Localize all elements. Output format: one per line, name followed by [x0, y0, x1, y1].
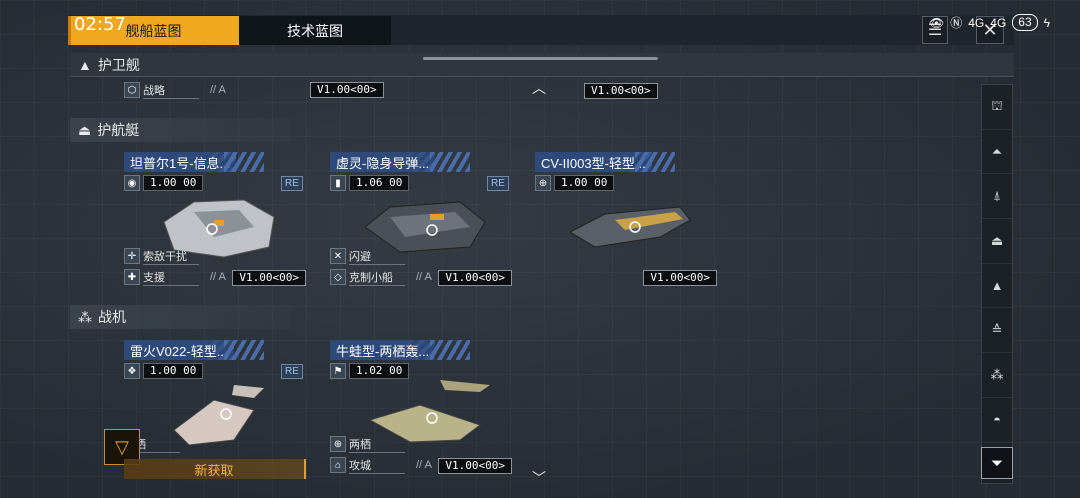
collapse-icon: ▲ — [78, 56, 92, 73]
cost-value: 1.00 00 — [143, 363, 204, 379]
globe-icon: ⊕ — [535, 175, 551, 191]
name-stripes — [430, 340, 470, 360]
cost-icon: ▮ — [330, 175, 346, 191]
battery-indicator: 63 — [1012, 14, 1038, 31]
ship-card[interactable]: 坦普尔1号-信息... ◉ 1.00 00 RE ✛ 索敌干扰 ✚ 支援 // … — [124, 152, 306, 292]
category-sidebar: ⛫ ⏶ ⍋ ⏏ ▲ ≙ ⁂ ◓ — [981, 84, 1013, 484]
version-badge: V1.00<00> — [438, 270, 512, 286]
grade-label: // A — [210, 271, 226, 283]
cost-value: 1.00 00 — [554, 175, 615, 191]
tag-label: 两栖 — [349, 436, 405, 453]
version-badge: V1.00<00> — [310, 82, 384, 98]
cost-row: ❖ 1.00 00 — [124, 363, 204, 379]
tag-row: ◇ 克制小船 // A — [330, 269, 432, 286]
sidebar-corvette-icon[interactable]: ≙ — [982, 308, 1012, 354]
cost-row: ⊕ 1.00 00 — [535, 175, 615, 191]
ship-card[interactable]: 虚灵-隐身导弹... ▮ 1.06 00 RE ✕ 闪避 ◇ 克制小船 // A… — [330, 152, 512, 292]
cost-icon: ◉ — [124, 175, 140, 191]
tag-row: ⌂ 攻城 // A — [330, 457, 432, 474]
filter-icon: ⏷ — [990, 454, 1003, 472]
sidebar-destroyer-icon[interactable]: ⏏ — [982, 219, 1012, 264]
fighter-icon: ⁂ — [78, 308, 92, 325]
strategy-icon: ⬡ — [124, 82, 140, 98]
grade-label: // A — [416, 459, 432, 471]
tag-label: 战略 — [143, 82, 199, 99]
cost-value: 1.06 00 — [349, 175, 410, 191]
tag-icon: ✚ — [124, 269, 140, 285]
grade-label: // A — [416, 271, 432, 283]
sidebar-battleship-icon[interactable]: ⏶ — [982, 130, 1012, 175]
cost-icon: ❖ — [124, 363, 140, 379]
ship-name: 牛蛙型-两栖轰... — [330, 340, 435, 360]
version-badge: V1.00<00> — [232, 270, 306, 286]
sidebar-carrier-icon[interactable]: ⛫ — [982, 85, 1012, 130]
cost-value: 1.00 00 — [143, 175, 204, 191]
grade-label: // A — [210, 84, 226, 96]
re-badge: RE — [487, 176, 509, 191]
cost-icon: ⚑ — [330, 363, 346, 379]
status-time: 02:57 — [74, 14, 126, 35]
version-badge: V1.00<00> — [438, 458, 512, 474]
tag-icon: ⌂ — [330, 457, 346, 473]
category-label: 护航艇 — [97, 122, 140, 138]
category-label: 护卫舰 — [97, 56, 140, 73]
ship-card[interactable]: CV-II003型-轻型... ⊕ 1.00 00 V1.00<00> — [535, 152, 717, 292]
tag-row: ⊕ 两栖 — [330, 436, 405, 453]
status-bar: 👁 Ⓝ 4G 4G 63 ϟ — [929, 14, 1050, 31]
tag-label: 索敌干扰 — [143, 248, 199, 265]
tag-label: 闪避 — [349, 248, 405, 265]
globe-icon: ⊕ — [330, 436, 346, 452]
ship-name: 雷火V022-轻型... — [124, 340, 234, 360]
tab-tech-blueprints[interactable]: 技术蓝图 — [239, 16, 391, 45]
cost-row: ◉ 1.00 00 — [124, 175, 204, 191]
ship-image — [568, 206, 691, 248]
category-header-corvette[interactable]: ⏏ 护航艇 — [70, 118, 290, 142]
cost-value: 1.02 00 — [349, 363, 410, 379]
tag-label: 支援 — [143, 269, 199, 286]
new-acquired-bar[interactable]: 新获取 — [124, 459, 306, 479]
scroll-down-icon[interactable]: ﹀ — [532, 468, 546, 488]
name-stripes — [635, 152, 675, 172]
cost-row: ⚑ 1.02 00 — [330, 363, 410, 379]
name-stripes — [430, 152, 470, 172]
re-badge: RE — [281, 364, 303, 379]
tag-icon: ✛ — [124, 248, 140, 264]
version-badge: V1.00<00> — [643, 270, 717, 286]
charging-icon: ϟ — [1043, 15, 1050, 30]
category-header-fighter[interactable]: ⁂ 战机 — [70, 305, 290, 329]
ship-card[interactable]: 牛蛙型-两栖轰... ⚑ 1.02 00 ⊕ 两栖 ⌂ 攻城 // A V1.0… — [330, 340, 512, 480]
eye-icon: 👁 — [929, 15, 945, 30]
scroll-up-icon[interactable]: ︿ — [532, 78, 546, 98]
cost-row: ▮ 1.06 00 — [330, 175, 410, 191]
filter-button[interactable]: ⏷ — [981, 447, 1013, 479]
category-label: 战机 — [98, 309, 126, 325]
re-badge: RE — [281, 176, 303, 191]
name-stripes — [224, 340, 264, 360]
sidebar-frigate-icon[interactable]: ▲ — [982, 264, 1012, 309]
signal-icon: 4G — [968, 15, 985, 30]
version-badge: V1.00<00> — [584, 83, 658, 99]
name-stripes — [224, 152, 264, 172]
sidebar-cruiser-icon[interactable]: ⍋ — [982, 174, 1012, 220]
tag-row: ✕ 闪避 — [330, 248, 405, 265]
sidebar-misc-icon[interactable]: ◓ — [982, 398, 1012, 443]
tag-row: ✚ 支援 // A — [124, 269, 226, 286]
drag-handle[interactable] — [423, 57, 658, 60]
tag-icon: ◇ — [330, 269, 346, 285]
tag-row: ✛ 索敌干扰 — [124, 248, 199, 265]
sidebar-fighter-icon[interactable]: ⁂ — [982, 353, 1012, 398]
ship-name: 坦普尔1号-信息... — [124, 152, 236, 172]
tag-label: 攻城 — [349, 457, 405, 474]
signal-icon: 4G — [990, 15, 1007, 30]
tag-label: 克制小船 — [349, 269, 405, 286]
nfc-icon: Ⓝ — [950, 16, 963, 30]
corvette-icon: ⏏ — [78, 121, 92, 138]
ship-name: 虚灵-隐身导弹... — [330, 152, 435, 172]
dodge-icon: ✕ — [330, 248, 346, 264]
